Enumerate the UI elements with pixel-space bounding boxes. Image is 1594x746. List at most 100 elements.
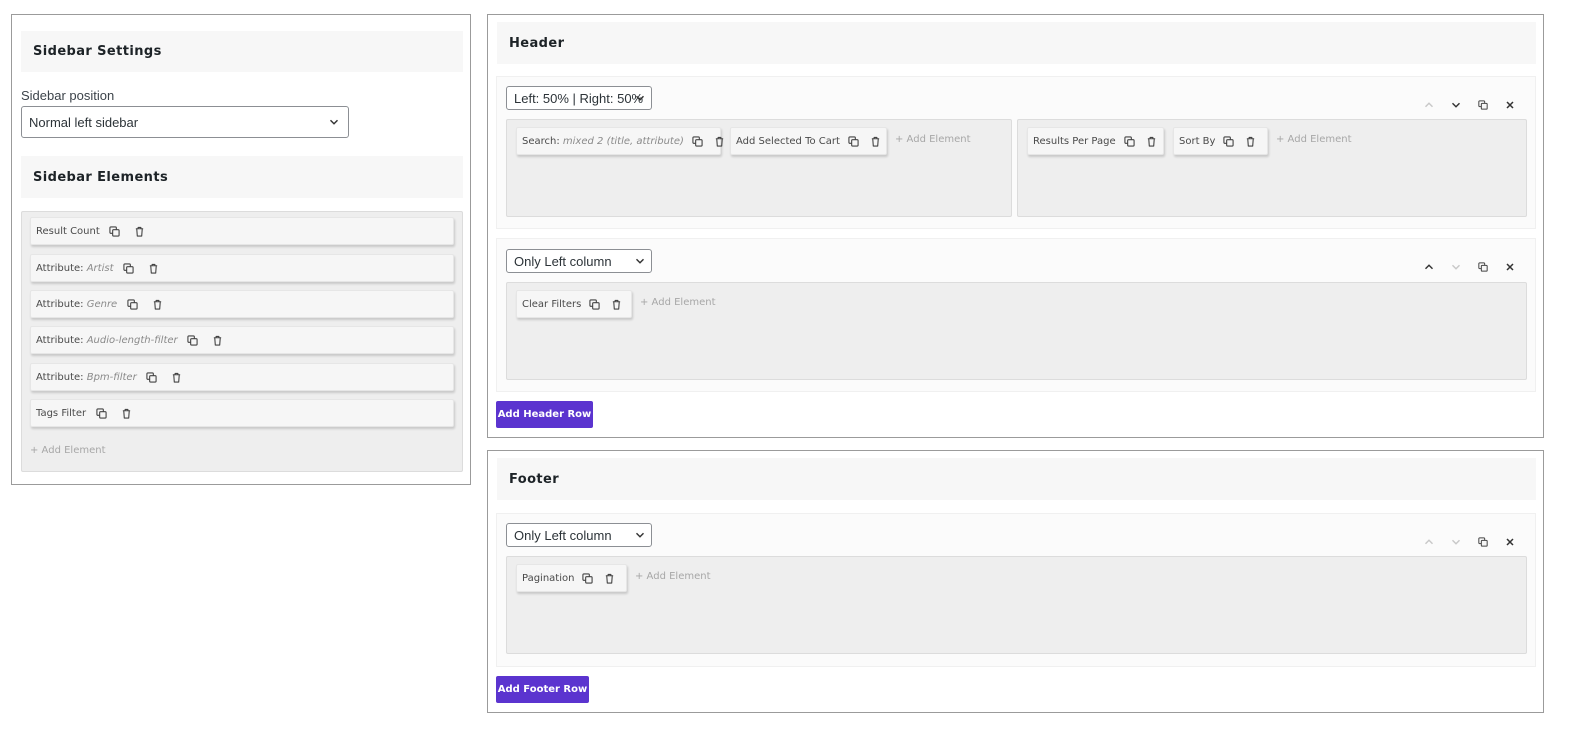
header-row-2-add-element[interactable]: + Add Element bbox=[640, 297, 716, 308]
sidebar-element-attribute-genre[interactable]: Attribute: Genre bbox=[30, 290, 454, 318]
chevron-down-icon[interactable] bbox=[1442, 97, 1469, 113]
chevron-down-icon bbox=[329, 117, 339, 127]
element-name: Sort By bbox=[1179, 135, 1216, 147]
header-row-2: Only Left column Clear Filters + Add Ele… bbox=[496, 238, 1536, 392]
element-name: Result Count bbox=[36, 225, 100, 237]
header-row-1-right-add-element[interactable]: + Add Element bbox=[1276, 134, 1352, 145]
header-element-clear-filters[interactable]: Clear Filters bbox=[516, 290, 632, 318]
chevron-up-icon[interactable] bbox=[1415, 97, 1442, 113]
element-name: Attribute: bbox=[36, 371, 87, 383]
trash-icon[interactable] bbox=[133, 224, 147, 238]
footer-row-1-layout-select[interactable]: Only Left column bbox=[506, 523, 652, 547]
close-icon[interactable] bbox=[1496, 534, 1523, 550]
element-name: Search: bbox=[522, 135, 563, 147]
duplicate-icon[interactable] bbox=[848, 134, 859, 148]
trash-icon[interactable] bbox=[1146, 134, 1157, 148]
element-detail: Bpm-filter bbox=[86, 371, 137, 383]
trash-icon[interactable] bbox=[150, 297, 164, 311]
trash-icon[interactable] bbox=[870, 134, 881, 148]
header-row-2-layout-value: Only Left column bbox=[514, 253, 612, 269]
footer-title: Footer bbox=[497, 458, 1536, 500]
element-name: Results Per Page bbox=[1033, 135, 1116, 147]
chevron-up-icon[interactable] bbox=[1415, 259, 1442, 275]
element-name: Attribute: bbox=[36, 262, 87, 274]
header-row-2-layout-select[interactable]: Only Left column bbox=[506, 249, 652, 273]
add-header-row-button[interactable]: Add Header Row bbox=[496, 401, 593, 428]
duplicate-icon[interactable] bbox=[186, 333, 200, 347]
sidebar-position-label: Sidebar position bbox=[21, 88, 115, 103]
element-name: Add Selected To Cart bbox=[736, 135, 840, 147]
header-row-1-controls bbox=[1415, 97, 1523, 113]
element-detail: Genre bbox=[86, 298, 118, 310]
chevron-down-icon[interactable] bbox=[1442, 534, 1469, 550]
chevron-up-icon[interactable] bbox=[1415, 534, 1442, 550]
element-name: Attribute: bbox=[36, 298, 87, 310]
footer-row-1-add-element[interactable]: + Add Element bbox=[635, 571, 711, 582]
element-name: Clear Filters bbox=[522, 298, 582, 310]
sidebar-element-attribute-bpm[interactable]: Attribute: Bpm-filter bbox=[30, 363, 454, 391]
element-name: Attribute: bbox=[36, 334, 87, 346]
duplicate-icon[interactable] bbox=[1469, 259, 1496, 275]
trash-icon[interactable] bbox=[147, 261, 161, 275]
header-row-1-left-add-element[interactable]: + Add Element bbox=[895, 134, 971, 145]
header-row-1-right-zone[interactable]: Results Per Page Sort By + Add Element bbox=[1017, 119, 1527, 217]
trash-icon[interactable] bbox=[211, 333, 225, 347]
sidebar-element-attribute-artist[interactable]: Attribute: Artist bbox=[30, 254, 454, 282]
duplicate-icon[interactable] bbox=[1469, 534, 1496, 550]
duplicate-icon[interactable] bbox=[108, 224, 122, 238]
header-row-1-left-zone[interactable]: Search: mixed 2 (title, attribute) Add S… bbox=[506, 119, 1012, 217]
trash-icon[interactable] bbox=[714, 134, 725, 148]
header-element-sort-by[interactable]: Sort By bbox=[1173, 127, 1268, 155]
sidebar-element-tags-filter[interactable]: Tags Filter bbox=[30, 399, 454, 427]
sidebar-elements-zone[interactable]: Result Count Attribute: Artist Attribute… bbox=[21, 211, 463, 472]
sidebar-elements-title: Sidebar Elements bbox=[21, 156, 463, 198]
duplicate-icon[interactable] bbox=[145, 370, 159, 384]
trash-icon[interactable] bbox=[1245, 134, 1256, 148]
duplicate-icon[interactable] bbox=[582, 571, 593, 585]
duplicate-icon[interactable] bbox=[1124, 134, 1135, 148]
chevron-down-icon bbox=[635, 256, 645, 266]
trash-icon[interactable] bbox=[611, 297, 622, 311]
sidebar-panel: Sidebar Settings Sidebar position Normal… bbox=[11, 14, 471, 485]
duplicate-icon[interactable] bbox=[122, 261, 136, 275]
header-element-search[interactable]: Search: mixed 2 (title, attribute) bbox=[516, 127, 721, 155]
trash-icon[interactable] bbox=[119, 406, 133, 420]
sidebar-position-value: Normal left sidebar bbox=[29, 114, 139, 130]
sidebar-position-select[interactable]: Normal left sidebar bbox=[21, 106, 349, 138]
header-element-add-selected-to-cart[interactable]: Add Selected To Cart bbox=[730, 127, 887, 155]
chevron-down-icon bbox=[635, 93, 645, 103]
footer-panel: Footer Only Left column Pagination + Add… bbox=[487, 450, 1544, 713]
chevron-down-icon bbox=[635, 530, 645, 540]
duplicate-icon[interactable] bbox=[125, 297, 139, 311]
element-name: Tags Filter bbox=[36, 407, 87, 419]
duplicate-icon[interactable] bbox=[1223, 134, 1234, 148]
footer-row-1-left-zone[interactable]: Pagination + Add Element bbox=[506, 556, 1527, 654]
chevron-down-icon[interactable] bbox=[1442, 259, 1469, 275]
header-row-1-layout-select[interactable]: Left: 50% | Right: 50% bbox=[506, 86, 652, 110]
add-footer-row-button[interactable]: Add Footer Row bbox=[496, 676, 589, 703]
duplicate-icon[interactable] bbox=[589, 297, 600, 311]
sidebar-add-element-link[interactable]: + Add Element bbox=[30, 445, 106, 456]
trash-icon[interactable] bbox=[170, 370, 184, 384]
trash-icon[interactable] bbox=[604, 571, 615, 585]
sidebar-settings-title: Sidebar Settings bbox=[21, 31, 463, 72]
footer-row-1-layout-value: Only Left column bbox=[514, 527, 612, 543]
footer-element-pagination[interactable]: Pagination bbox=[516, 564, 627, 592]
header-row-2-controls bbox=[1415, 259, 1523, 275]
header-panel: Header Left: 50% | Right: 50% Search: mi… bbox=[487, 14, 1544, 438]
header-title: Header bbox=[497, 22, 1536, 64]
duplicate-icon[interactable] bbox=[692, 134, 703, 148]
header-row-1: Left: 50% | Right: 50% Search: mixed 2 (… bbox=[496, 76, 1536, 229]
header-element-results-per-page[interactable]: Results Per Page bbox=[1027, 127, 1164, 155]
duplicate-icon[interactable] bbox=[94, 406, 108, 420]
element-detail: Artist bbox=[86, 262, 114, 274]
sidebar-element-result-count[interactable]: Result Count bbox=[30, 217, 454, 245]
duplicate-icon[interactable] bbox=[1469, 97, 1496, 113]
header-row-2-left-zone[interactable]: Clear Filters + Add Element bbox=[506, 282, 1527, 380]
close-icon[interactable] bbox=[1496, 97, 1523, 113]
element-detail: Audio-length-filter bbox=[86, 334, 178, 346]
close-icon[interactable] bbox=[1496, 259, 1523, 275]
element-name: Pagination bbox=[522, 572, 575, 584]
sidebar-element-attribute-audio-length[interactable]: Attribute: Audio-length-filter bbox=[30, 326, 454, 354]
footer-row-1: Only Left column Pagination + Add Elemen… bbox=[496, 513, 1536, 667]
